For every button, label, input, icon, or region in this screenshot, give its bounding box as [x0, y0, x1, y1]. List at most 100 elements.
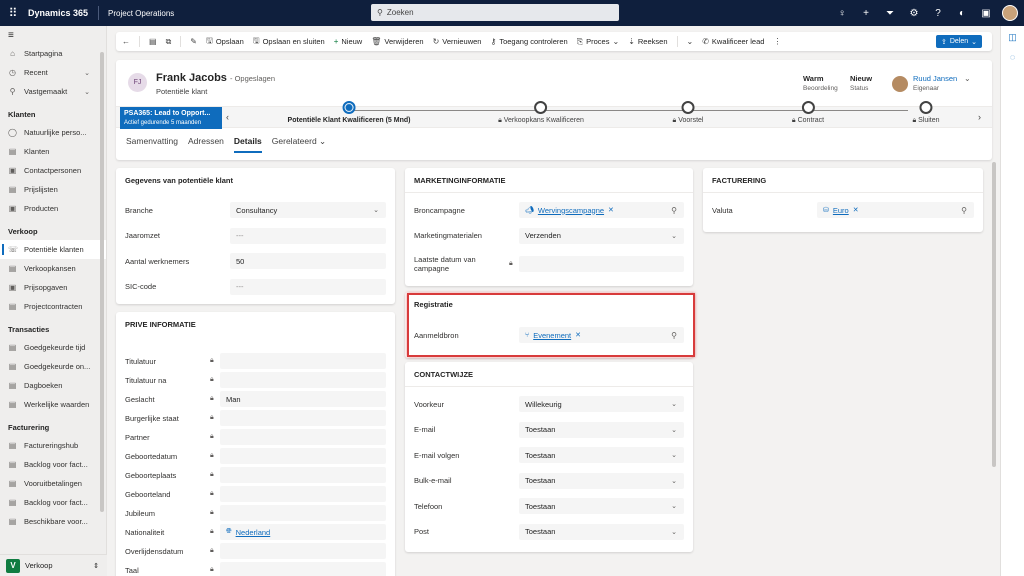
field-input[interactable]: Willekeurig ⌄ — [519, 396, 684, 412]
chat-pane-icon[interactable]: ◌ — [1001, 46, 1024, 66]
field-input[interactable]: 📣︎ Wervingscampagne ✕ ⚲ — [519, 202, 684, 218]
field-input[interactable]: Toestaan ⌄ — [519, 447, 684, 463]
field-input[interactable] — [220, 467, 386, 483]
field-input[interactable]: Toestaan ⌄ — [519, 498, 684, 514]
bpf-stage-4[interactable]: 🔒︎ Contract — [792, 101, 824, 125]
nav-item-vastgemaakt[interactable]: ⚲ Vastgemaakt ⌄ — [0, 82, 106, 101]
save-close-button[interactable]: 🖫 Opslaan en sluiten — [253, 35, 325, 49]
help-icon[interactable]: ? — [930, 8, 946, 19]
field-input[interactable]: ⛁ Euro ✕ ⚲ — [817, 202, 974, 218]
nav-item-verkoopkansen[interactable]: ▤ Verkoopkansen — [0, 259, 106, 278]
remove-icon[interactable]: ✕ — [853, 206, 859, 214]
delete-button[interactable]: 🗑 Verwijderen — [371, 37, 423, 46]
nav-item-contactpersonen[interactable]: ▣ Contactpersonen — [0, 161, 106, 180]
form-icon-button[interactable]: ▤ — [149, 37, 157, 46]
share-button[interactable]: ⇪ Delen ⌄ — [935, 35, 982, 48]
nav-item-prijsopgaven[interactable]: ▣ Prijsopgaven — [0, 278, 106, 297]
process-button[interactable]: ⎘ Proces ⌄ — [577, 37, 619, 47]
tab-details[interactable]: Details — [233, 136, 262, 153]
field-input[interactable] — [220, 353, 386, 369]
field-input[interactable]: 🌐︎ Nederland — [220, 524, 386, 540]
nav-item-prijslijsten[interactable]: ▤ Prijslijsten — [0, 180, 106, 199]
field-input[interactable]: Consultancy ⌄ — [230, 202, 386, 218]
plus-icon[interactable]: + — [858, 8, 874, 19]
lookup-link[interactable]: Wervingscampagne — [538, 206, 604, 215]
nav-item-goedgekeurde-on[interactable]: ▤ Goedgekeurde on... — [0, 357, 106, 376]
remove-icon[interactable]: ✕ — [608, 206, 614, 214]
nav-item-backlog-voor-fact[interactable]: ▤ Backlog voor fact... — [0, 493, 106, 512]
nav-item-startpagina[interactable]: ⌂ Startpagina — [0, 44, 106, 63]
nav-item-recent[interactable]: ◷ Recent ⌄ — [0, 63, 106, 82]
lightbulb-icon[interactable]: ♀ — [834, 8, 850, 19]
app-launcher-icon[interactable]: ⠿ — [0, 0, 26, 26]
header-expand-icon[interactable]: ⌄ — [964, 74, 971, 83]
field-input[interactable] — [220, 486, 386, 502]
nav-item-klanten[interactable]: ▤ Klanten — [0, 142, 106, 161]
bpf-stage-3[interactable]: 🔒︎ Voorstel — [673, 101, 703, 125]
lookup-link[interactable]: Euro — [833, 206, 849, 215]
nav-item-factureringshub[interactable]: ▤ Factureringshub — [0, 436, 106, 455]
field-input[interactable] — [220, 448, 386, 464]
field-input[interactable]: Toestaan ⌄ — [519, 523, 684, 540]
brand-title[interactable]: Dynamics 365 — [26, 6, 100, 20]
field-input[interactable]: --- — [230, 278, 386, 295]
more-chevron-button[interactable]: ⌄ — [687, 37, 694, 46]
chevron-right-icon[interactable]: › — [978, 112, 981, 122]
bpf-stage-1[interactable]: Potentiële Klant Kwalificeren (5 Mnd) — [288, 101, 410, 124]
field-input[interactable]: Toestaan ⌄ — [519, 472, 684, 489]
chevron-left-icon[interactable]: ‹ — [226, 112, 229, 122]
status-field[interactable]: Nieuw Status — [850, 74, 872, 92]
assistant-icon[interactable]: ◐ — [954, 8, 970, 19]
tab-summary[interactable]: Samenvatting — [126, 136, 178, 152]
sequences-button[interactable]: ⇣ Reeksen — [628, 37, 667, 46]
nav-item-projectcontracten[interactable]: ▤ Projectcontracten — [0, 297, 106, 316]
check-access-button[interactable]: ⚷ Toegang controleren — [490, 37, 567, 46]
main-scrollbar[interactable] — [992, 162, 996, 467]
qualify-lead-button[interactable]: ✆ Kwalificeer lead — [702, 37, 764, 46]
field-input[interactable] — [220, 505, 386, 521]
tab-addresses[interactable]: Adressen — [188, 136, 224, 152]
nav-item-werkelijke-waarden[interactable]: ▤ Werkelijke waarden — [0, 395, 106, 414]
popout-button[interactable]: ⧉ — [166, 37, 172, 47]
bpf-stage-5[interactable]: 🔒︎ Sluiten — [912, 101, 940, 125]
save-button[interactable]: 🖫 Opslaan — [206, 35, 244, 49]
nav-item-dagboeken[interactable]: ▤ Dagboeken — [0, 376, 106, 395]
nav-item-beschikbare-voor[interactable]: ▤ Beschikbare voor... — [0, 512, 106, 531]
tab-related[interactable]: Gerelateerd ⌄ — [272, 136, 326, 152]
lookup-link[interactable]: Nederland — [236, 528, 271, 537]
field-input[interactable]: 50 — [230, 253, 386, 269]
field-input[interactable] — [220, 562, 386, 576]
refresh-button[interactable]: ↻ Vernieuwen — [433, 37, 482, 46]
field-input[interactable] — [220, 372, 386, 388]
app-name[interactable]: Project Operations — [99, 9, 174, 18]
edit-button[interactable]: ✎ — [190, 37, 197, 46]
filter-icon[interactable]: ⏷ — [882, 8, 898, 19]
nav-item-natuurlijke-perso[interactable]: ◯ Natuurlijke perso... — [0, 123, 106, 142]
settings-icon[interactable]: ⚙ — [906, 8, 922, 19]
field-input[interactable] — [220, 429, 386, 445]
search-icon[interactable]: ⚲ — [671, 206, 677, 215]
bpf-stage-2[interactable]: 🔒︎ Verkoopkans Kwalificeren — [498, 101, 584, 125]
nav-item-goedgekeurde-tijd[interactable]: ▤ Goedgekeurde tijd — [0, 338, 106, 357]
nav-item-potentie-le-klanten[interactable]: ☏ Potentiële klanten — [0, 240, 106, 259]
copilot-pane-icon[interactable]: ◫ — [1001, 26, 1024, 46]
new-button[interactable]: + Nieuw — [334, 37, 363, 46]
hamburger-icon[interactable]: ≡ — [0, 26, 106, 44]
global-search-box[interactable]: ⚲ Zoeken — [371, 4, 619, 21]
back-button[interactable]: ← — [122, 37, 130, 46]
field-input[interactable]: --- — [230, 227, 386, 244]
field-input[interactable]: Man — [220, 391, 386, 407]
nav-item-vooruitbetalingen[interactable]: ▤ Vooruitbetalingen — [0, 474, 106, 493]
field-input[interactable]: Toestaan ⌄ — [519, 421, 684, 438]
more-commands-button[interactable]: ⋮ — [773, 37, 781, 46]
search-icon[interactable]: ⚲ — [961, 206, 967, 215]
nav-item-backlog-voor-fact[interactable]: ▤ Backlog voor fact... — [0, 455, 106, 474]
copilot-icon[interactable]: ▣ — [978, 8, 994, 19]
field-input[interactable] — [220, 543, 386, 559]
user-avatar[interactable] — [1002, 5, 1018, 21]
rating-field[interactable]: Warm Beoordeling — [803, 74, 838, 92]
bpf-process-name[interactable]: PSA365: Lead to Opport... Actief gedurend… — [120, 107, 222, 129]
area-switcher[interactable]: V Verkoop ⇕ — [0, 554, 107, 576]
owner-link[interactable]: Ruud Jansen — [913, 74, 957, 83]
nav-scrollbar[interactable] — [100, 52, 104, 512]
